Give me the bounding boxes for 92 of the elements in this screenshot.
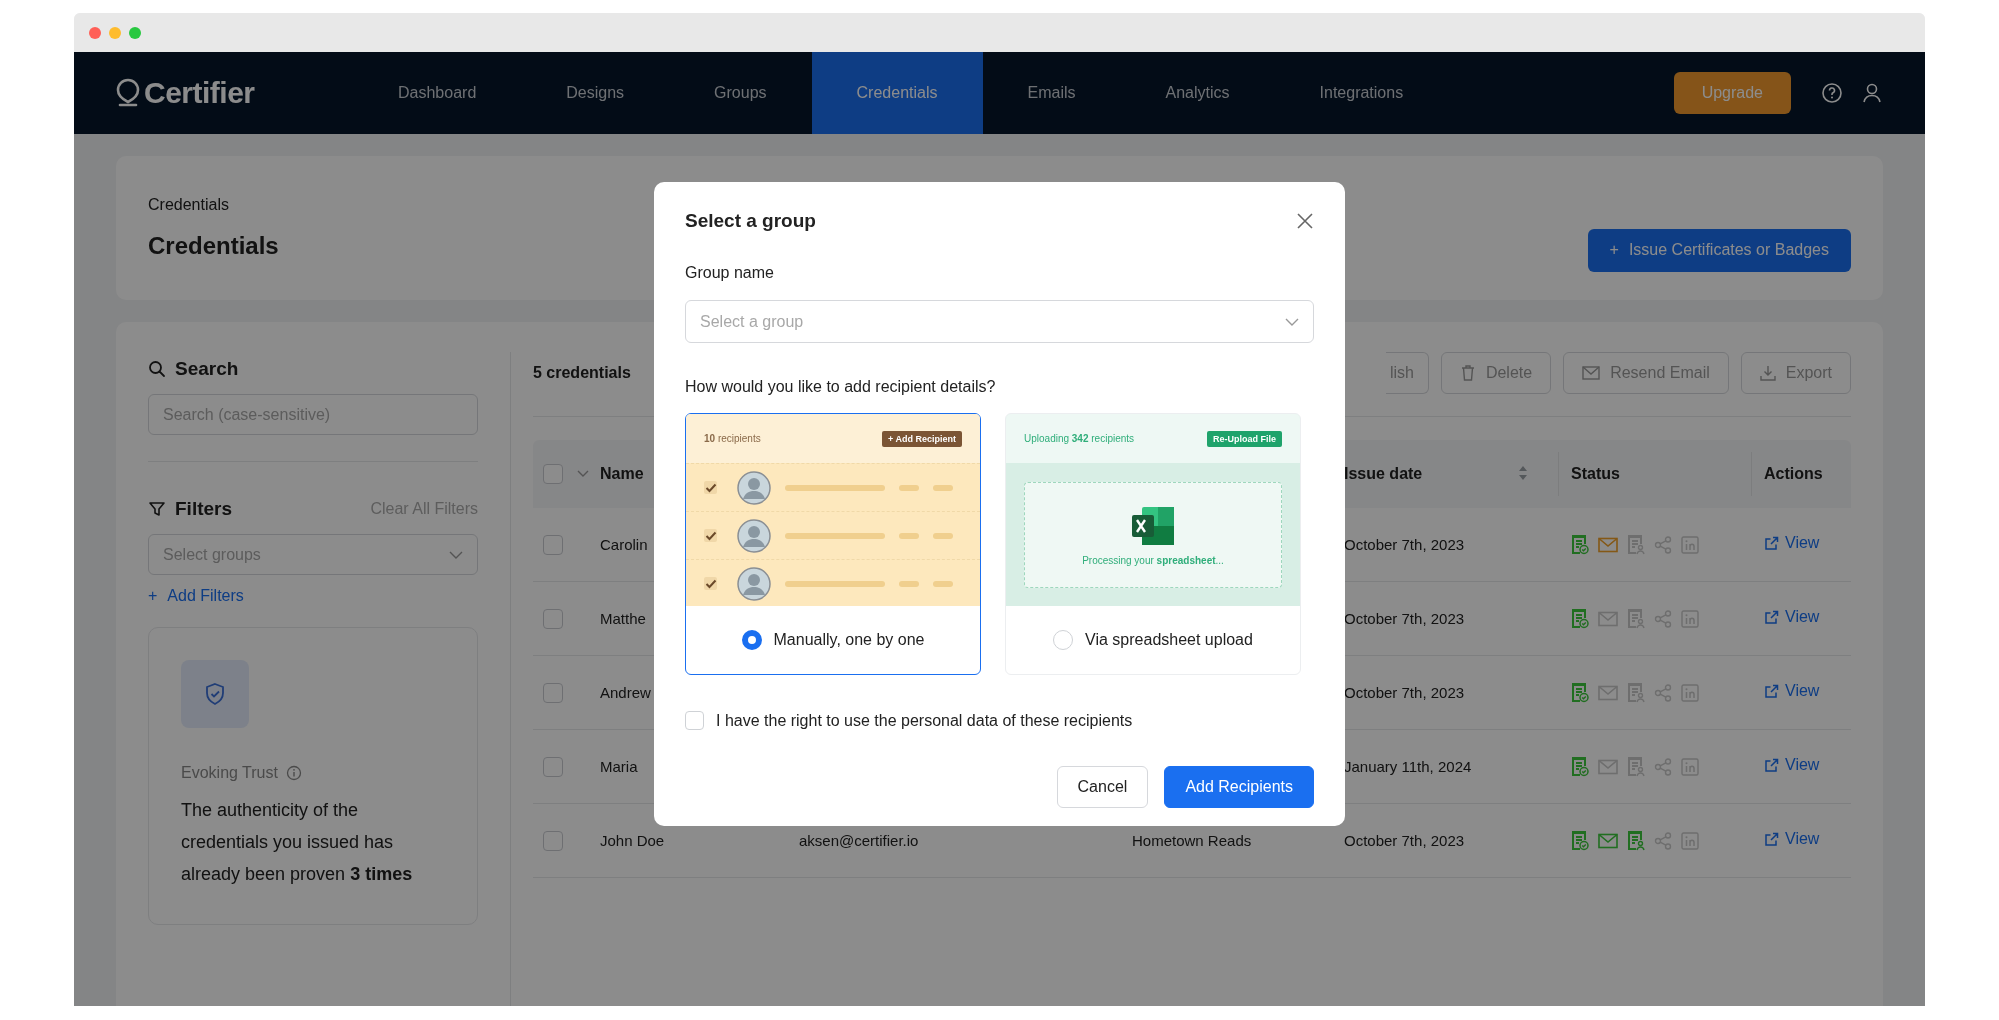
row-checkbox[interactable] <box>543 682 563 703</box>
view-link[interactable]: View <box>1764 756 1820 775</box>
table-cell: January 11th, 2024 <box>1344 757 1472 775</box>
download-icon <box>1759 365 1776 381</box>
column-header: Actions <box>1751 452 1851 496</box>
nav-tab[interactable]: Integrations <box>1274 52 1449 134</box>
radio-button[interactable] <box>741 630 762 650</box>
add-recipient-chip: + Add Recipient <box>882 430 962 447</box>
table-cell: Carolin <box>600 535 648 553</box>
sort-icon[interactable] <box>1518 465 1528 481</box>
breadcrumb[interactable]: Credentials <box>148 196 279 214</box>
placeholder-bar <box>933 580 953 587</box>
nav-tab[interactable]: Groups <box>669 52 812 134</box>
cancel-button[interactable]: Cancel <box>1056 766 1149 808</box>
row-checkbox[interactable] <box>543 830 563 851</box>
trust-message: The authenticity of the credentials you issued has already been proven 3 times <box>181 799 414 886</box>
option-label: Via spreadsheet upload <box>1085 631 1253 649</box>
window-controls-icon[interactable] <box>88 25 142 40</box>
upgrade-button[interactable]: Upgrade <box>1673 72 1791 114</box>
logo-icon <box>116 78 140 108</box>
logo-wordmark[interactable]: Certifier <box>144 76 255 110</box>
table-cell: Hometown Reads <box>1132 831 1252 849</box>
shield-icon <box>181 660 249 728</box>
chevron-down-icon[interactable] <box>577 470 589 478</box>
table-cell: October 7th, 2023 <box>1344 535 1465 553</box>
issue-certificates-button[interactable]: + Issue Certificates or Badges <box>1587 228 1851 272</box>
group-name-label: Group name <box>685 264 775 282</box>
external-link-icon <box>1764 609 1779 625</box>
processing-text: Processing your spreadsheet... <box>1082 554 1224 566</box>
placeholder-bar <box>933 532 953 539</box>
avatar-icon <box>737 566 771 601</box>
trust-title: Evoking Trust <box>181 764 278 782</box>
table-cell: October 7th, 2023 <box>1344 609 1465 627</box>
search-icon <box>148 360 166 378</box>
filter-icon <box>148 500 166 518</box>
avatar-icon <box>737 518 771 553</box>
column-header: Status <box>1558 452 1751 496</box>
search-label: Search <box>175 358 239 380</box>
chevron-down-icon <box>449 550 463 559</box>
table-cell: October 7th, 2023 <box>1344 683 1465 701</box>
row-checkbox[interactable] <box>543 534 563 555</box>
view-link[interactable]: View <box>1764 534 1820 553</box>
recipients-count: 10 recipients <box>704 433 761 444</box>
nav-tab[interactable]: Analytics <box>1120 52 1275 134</box>
dialog-title: Select a group <box>685 210 816 232</box>
option-card[interactable]: 10 recipients + Add Recipient Manually, one by one <box>685 413 981 675</box>
consent-label: I have the right to use the personal data of these recipients <box>716 711 1133 730</box>
table-cell: Matthe <box>600 609 646 627</box>
upload-status-text: Uploading 342 recipients <box>1024 433 1135 444</box>
table-cell: aksen@certifier.io <box>799 831 919 849</box>
view-link[interactable]: View <box>1764 608 1820 627</box>
envelope-icon <box>1582 366 1601 380</box>
view-link[interactable]: View <box>1764 830 1820 849</box>
external-link-icon <box>1764 757 1779 773</box>
column-header[interactable]: Issue date <box>1344 465 1423 483</box>
close-icon[interactable] <box>1296 212 1314 230</box>
placeholder-bar <box>899 532 919 539</box>
user-icon[interactable] <box>1861 82 1883 104</box>
table-cell: Andrew <box>600 683 651 701</box>
group-select[interactable]: Select a group <box>685 300 1314 343</box>
page-title: Credentials <box>148 232 279 260</box>
row-checkbox[interactable] <box>543 608 563 629</box>
add-filters-link[interactable]: + Add Filters <box>148 587 244 605</box>
re-upload-chip: Re-Upload File <box>1207 430 1282 447</box>
option-card[interactable]: Uploading 342 recipients Re-Upload File Processing your spreadsheet... Via spreadsheet upload <box>1005 413 1301 675</box>
nav-tab[interactable]: Dashboard <box>353 52 522 134</box>
nav-tab[interactable]: Credentials <box>811 52 983 134</box>
filters-label: Filters <box>175 498 233 520</box>
spreadsheet-icon <box>1130 504 1176 547</box>
help-icon[interactable] <box>1821 82 1843 104</box>
nav-tab[interactable]: Designs <box>521 52 670 134</box>
placeholder-bar <box>933 484 953 491</box>
info-icon[interactable] <box>285 765 302 781</box>
avatar-icon <box>737 470 771 505</box>
external-link-icon <box>1764 683 1779 699</box>
external-link-icon <box>1764 831 1779 847</box>
view-link[interactable]: View <box>1764 682 1820 701</box>
option-label: Manually, one by one <box>773 631 925 649</box>
placeholder-bar <box>899 484 919 491</box>
consent-checkbox[interactable] <box>685 711 704 730</box>
table-cell: Maria <box>600 757 638 775</box>
credentials-count: 5 credentials <box>533 364 631 382</box>
external-link-icon <box>1764 535 1779 551</box>
row-checkbox[interactable] <box>543 756 563 777</box>
trash-icon <box>1459 364 1476 382</box>
select-all-checkbox[interactable] <box>543 464 563 484</box>
placeholder-bar <box>899 580 919 587</box>
add-recipients-button[interactable]: Add Recipients <box>1164 766 1314 808</box>
chevron-down-icon <box>1285 317 1299 326</box>
table-cell: October 7th, 2023 <box>1344 831 1465 849</box>
table-cell: John Doe <box>600 831 665 849</box>
question-text: How would you like to add recipient details? <box>685 378 997 396</box>
